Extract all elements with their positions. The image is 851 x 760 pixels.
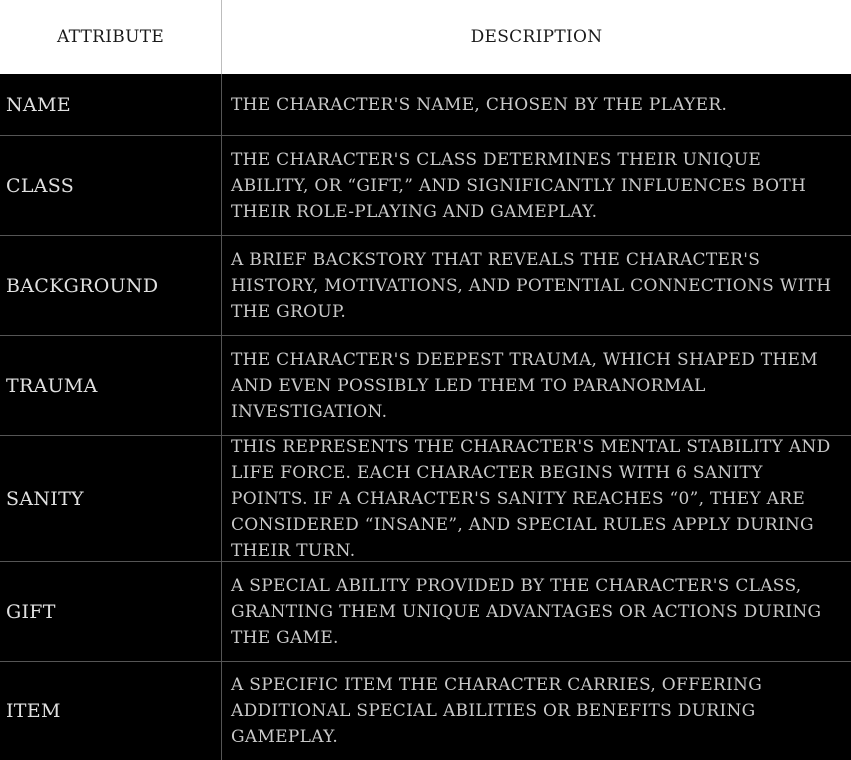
attribute-cell: Item [0,662,222,760]
description-cell: A specific item the character carries, o… [222,662,851,760]
description-cell: A brief backstory that reveals the chara… [222,236,851,335]
table-row: Class The character's class determines t… [0,135,851,235]
attribute-cell: Name [0,74,222,135]
description-text: A special ability provided by the charac… [231,575,822,648]
table-row: Gift A special ability provided by the c… [0,561,851,661]
attribute-cell: Gift [0,562,222,661]
description-cell: A special ability provided by the charac… [222,562,851,661]
description-cell: This represents the character's mental s… [222,436,851,561]
attribute-cell: Class [0,136,222,235]
attribute-cell: Background [0,236,222,335]
attribute-cell: Sanity [0,436,222,561]
description-text: This represents the character's mental s… [231,436,831,561]
description-text: A specific item the character carries, o… [231,675,763,747]
attributes-table: Attribute Description Name The character… [0,0,851,760]
description-text: The character's deepest trauma, which sh… [231,349,818,422]
description-text: The character's name, chosen by the play… [231,94,728,115]
table-row: Background A brief backstory that reveal… [0,235,851,335]
table-row: Item A specific item the character carri… [0,661,851,760]
description-cell: The character's class determines their u… [222,136,851,235]
header-description: Description [470,27,603,47]
description-text: The character's class determines their u… [231,149,807,222]
table-row: Name The character's name, chosen by the… [0,74,851,135]
header-attribute: Attribute [0,0,222,74]
description-cell: The character's name, chosen by the play… [222,74,851,135]
table-header: Attribute Description [0,0,851,74]
description-text: A brief backstory that reveals the chara… [231,249,832,322]
attribute-cell: Trauma [0,336,222,435]
table-row: Sanity This represents the character's m… [0,435,851,561]
table-row: Trauma The character's deepest trauma, w… [0,335,851,435]
description-cell: The character's deepest trauma, which sh… [222,336,851,435]
